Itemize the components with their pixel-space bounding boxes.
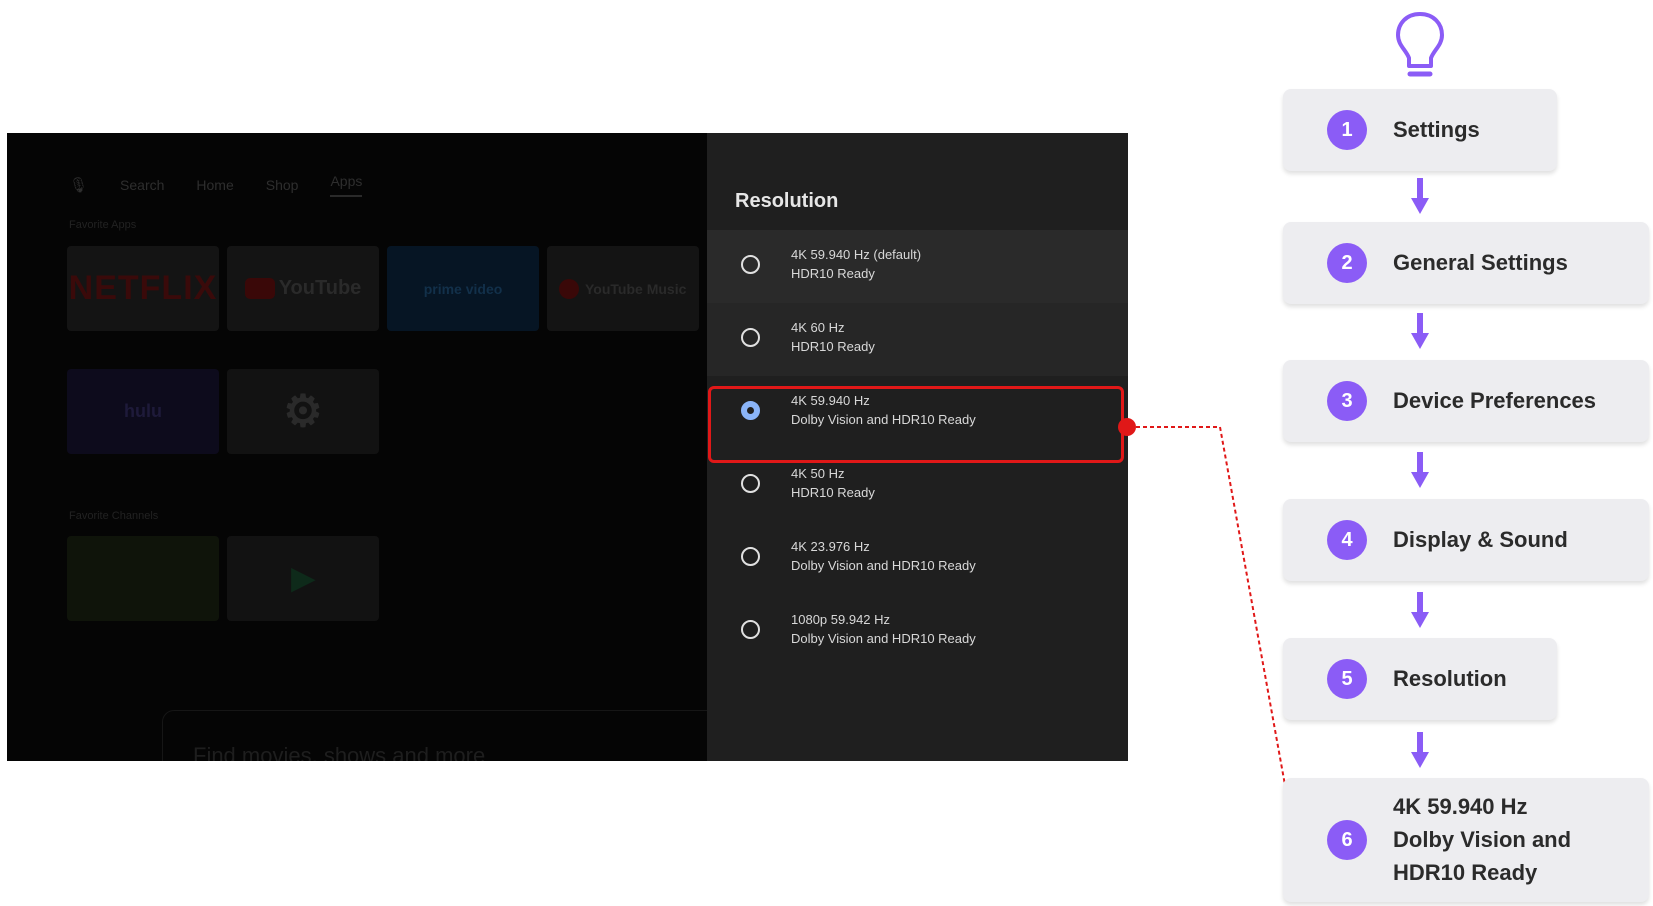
step-number: 4: [1327, 520, 1367, 560]
step-1: 1 Settings: [1283, 89, 1557, 171]
step-6: 6 4K 59.940 Hz Dolby Vision and HDR10 Re…: [1283, 778, 1649, 902]
step-label: Resolution: [1393, 666, 1507, 691]
step-2: 2 General Settings: [1283, 222, 1649, 304]
step-number: 1: [1327, 110, 1367, 150]
step-label: Device Preferences: [1393, 388, 1597, 413]
step-number: 3: [1327, 381, 1367, 421]
step-5: 5 Resolution: [1283, 638, 1557, 720]
step-label-line-3: HDR10 Ready: [1393, 860, 1538, 885]
arrow-down-icon: [1411, 313, 1429, 349]
step-4: 4 Display & Sound: [1283, 499, 1649, 581]
step-number: 6: [1327, 820, 1367, 860]
step-number: 2: [1327, 243, 1367, 283]
arrow-down-icon: [1411, 732, 1429, 768]
step-label: Display & Sound: [1393, 527, 1568, 552]
step-label: Settings: [1393, 117, 1480, 142]
step-label: General Settings: [1393, 250, 1568, 275]
step-3: 3 Device Preferences: [1283, 360, 1649, 442]
step-label-line-2: Dolby Vision and: [1393, 827, 1572, 852]
step-number: 5: [1327, 659, 1367, 699]
arrow-down-icon: [1411, 178, 1429, 214]
arrow-down-icon: [1411, 592, 1429, 628]
arrow-down-icon: [1411, 452, 1429, 488]
lightbulb-icon: [1396, 12, 1444, 77]
step-label-line-1: 4K 59.940 Hz: [1393, 794, 1528, 819]
